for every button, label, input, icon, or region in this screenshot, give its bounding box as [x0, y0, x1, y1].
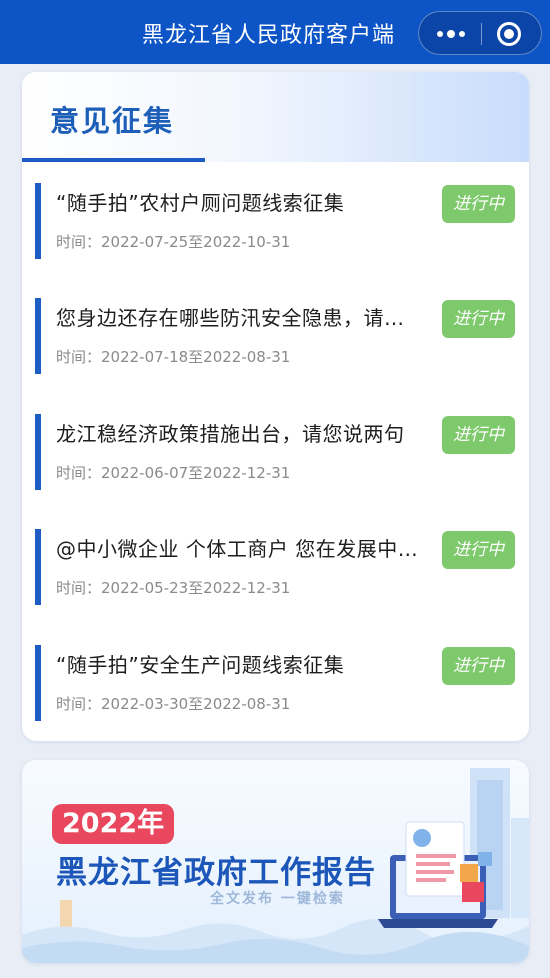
card-shape	[460, 864, 478, 882]
item-accent-bar	[35, 645, 41, 721]
list-item[interactable]: 您身边还存在哪些防汛安全隐患，请… 时间：2022-07-18至2022-08-…	[35, 298, 529, 374]
banner-slogan: 全文发布 一键检索	[210, 891, 345, 907]
section-header: 意见征集	[22, 72, 529, 162]
opinion-collection-card: 意见征集 “随手拍”农村户厕问题线索征集 时间：2022-07-25至2022-…	[22, 72, 529, 741]
document-line	[416, 862, 450, 866]
building-shape	[511, 818, 529, 918]
card-shape	[478, 852, 492, 866]
status-badge: 进行中	[442, 416, 515, 454]
document-line	[416, 870, 454, 874]
title-bar: 黑龙江省人民政府客户端	[0, 0, 550, 64]
item-time: 时间：2022-07-25至2022-10-31	[56, 233, 291, 251]
list-item[interactable]: “随手拍”安全生产问题线索征集 时间：2022-03-30至2022-08-31…	[35, 645, 529, 721]
item-accent-bar	[35, 414, 41, 490]
list-item[interactable]: @中小微企业 个体工商户 您在发展中… 时间：2022-05-23至2022-1…	[35, 529, 529, 605]
status-badge: 进行中	[442, 647, 515, 685]
item-accent-bar	[35, 183, 41, 259]
mini-program-capsule	[418, 11, 542, 55]
item-time: 时间：2022-06-07至2022-12-31	[56, 464, 291, 482]
item-title: 您身边还存在哪些防汛安全隐患，请…	[56, 306, 405, 330]
document-line	[416, 878, 446, 882]
item-title: “随手拍”安全生产问题线索征集	[56, 653, 345, 677]
document-line	[416, 854, 456, 858]
capsule-divider	[481, 23, 482, 45]
item-title: 龙江稳经济政策措施出台，请您说两句	[56, 422, 405, 446]
item-accent-bar	[35, 529, 41, 605]
status-badge: 进行中	[442, 531, 515, 569]
item-title: “随手拍”农村户厕问题线索征集	[56, 191, 345, 215]
item-accent-bar	[35, 298, 41, 374]
app-title: 黑龙江省人民政府客户端	[142, 23, 396, 48]
status-badge: 进行中	[442, 185, 515, 223]
banner-title: 黑龙江省政府工作报告	[56, 855, 376, 891]
laptop-base	[378, 919, 498, 928]
item-time: 时间：2022-07-18至2022-08-31	[56, 348, 291, 366]
list-item[interactable]: “随手拍”农村户厕问题线索征集 时间：2022-07-25至2022-10-31…	[35, 183, 529, 259]
section-title: 意见征集	[50, 104, 175, 138]
more-dots-icon[interactable]	[431, 20, 471, 48]
year-badge: 2022年	[52, 804, 175, 844]
card-shape	[462, 882, 484, 902]
list-item[interactable]: 龙江稳经济政策措施出台，请您说两句 时间：2022-06-07至2022-12-…	[35, 414, 529, 490]
status-badge: 进行中	[442, 300, 515, 338]
close-circle-icon[interactable]	[497, 22, 521, 46]
section-title-underline	[22, 158, 205, 162]
work-report-banner[interactable]: 2022年 黑龙江省政府工作报告 全文发布 一键检索	[22, 760, 529, 963]
item-time: 时间：2022-03-30至2022-08-31	[56, 695, 291, 713]
item-time: 时间：2022-05-23至2022-12-31	[56, 579, 291, 597]
document-circle	[413, 829, 431, 847]
item-title: @中小微企业 个体工商户 您在发展中…	[56, 537, 418, 561]
